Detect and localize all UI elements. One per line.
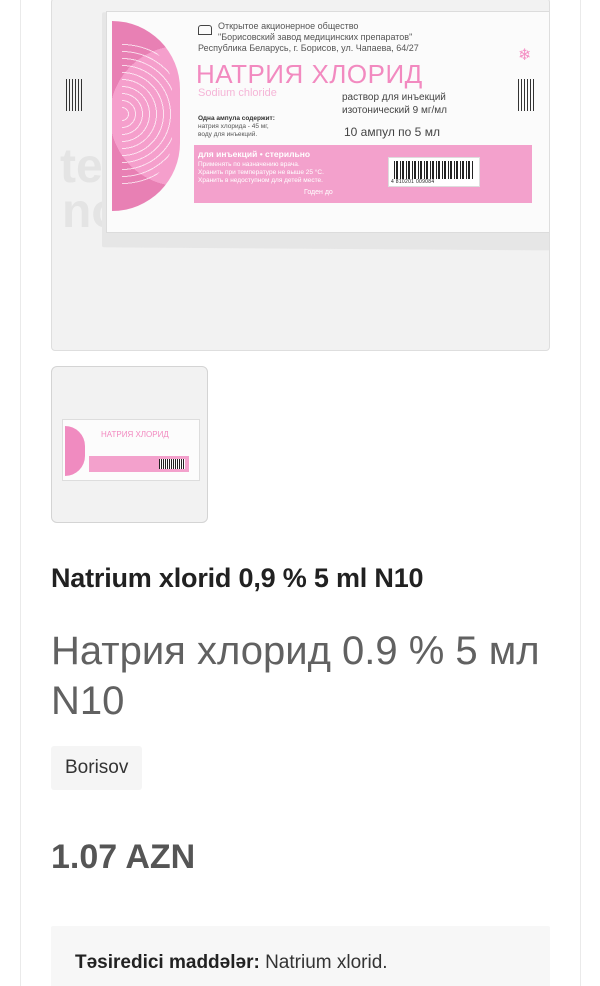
- manufacturer-logo-icon: [198, 25, 212, 35]
- barcode: 4 810201 009084: [388, 157, 480, 187]
- side-barcode: [66, 79, 82, 111]
- active-ingredients-panel: Təsiredici maddələr: Natrium xlorid.: [51, 926, 550, 986]
- expiry-label: Годен до: [304, 189, 333, 196]
- manufacturer-text: Открытое акционерное общество "Борисовск…: [198, 21, 419, 53]
- package-subtitle: Sodium chloride: [198, 87, 277, 99]
- thumbnail-title: НАТРИЯ ХЛОРИД: [101, 430, 169, 439]
- solution-text: раствор для инъекций изотонический 9 мг/…: [342, 92, 447, 116]
- package-title: НАТРИЯ ХЛОРИД: [196, 59, 423, 89]
- active-ingredients: Təsiredici maddələr: Natrium xlorid.: [75, 952, 388, 974]
- thumbnail-barcode: [159, 459, 185, 469]
- product-thumbnail[interactable]: НАТРИЯ ХЛОРИД: [51, 366, 208, 523]
- composition-text: Одна ампула содержит: натрия хлорида - 4…: [198, 115, 275, 138]
- band-heading: для инъекций • стерильно: [198, 149, 311, 159]
- product-name-ru: Натрия хлорид 0.9 % 5 мл N10: [51, 629, 540, 723]
- barcode-number: 4 810201 009084: [391, 179, 435, 185]
- thumbnail-box: НАТРИЯ ХЛОРИД: [62, 419, 200, 481]
- active-ingredients-value: Natrium xlorid.: [259, 952, 388, 973]
- product-name-az: Natrium xlorid 0,9 % 5 ml N10: [51, 563, 424, 593]
- product-price: 1.07 AZN: [51, 838, 196, 876]
- snowflake-icon: ❄: [518, 47, 532, 64]
- ampoules-text: 10 ампул по 5 мл: [344, 125, 440, 139]
- side-barcode: [518, 79, 534, 111]
- brand-badge[interactable]: Borisov: [51, 746, 143, 790]
- band-text: Применять по назначению врача. Хранить п…: [198, 161, 324, 184]
- active-ingredients-label: Təsiredici maddələr:: [75, 952, 260, 973]
- product-main-image[interactable]: tek non ap kar ❄ Открытое акционерное об…: [51, 0, 550, 351]
